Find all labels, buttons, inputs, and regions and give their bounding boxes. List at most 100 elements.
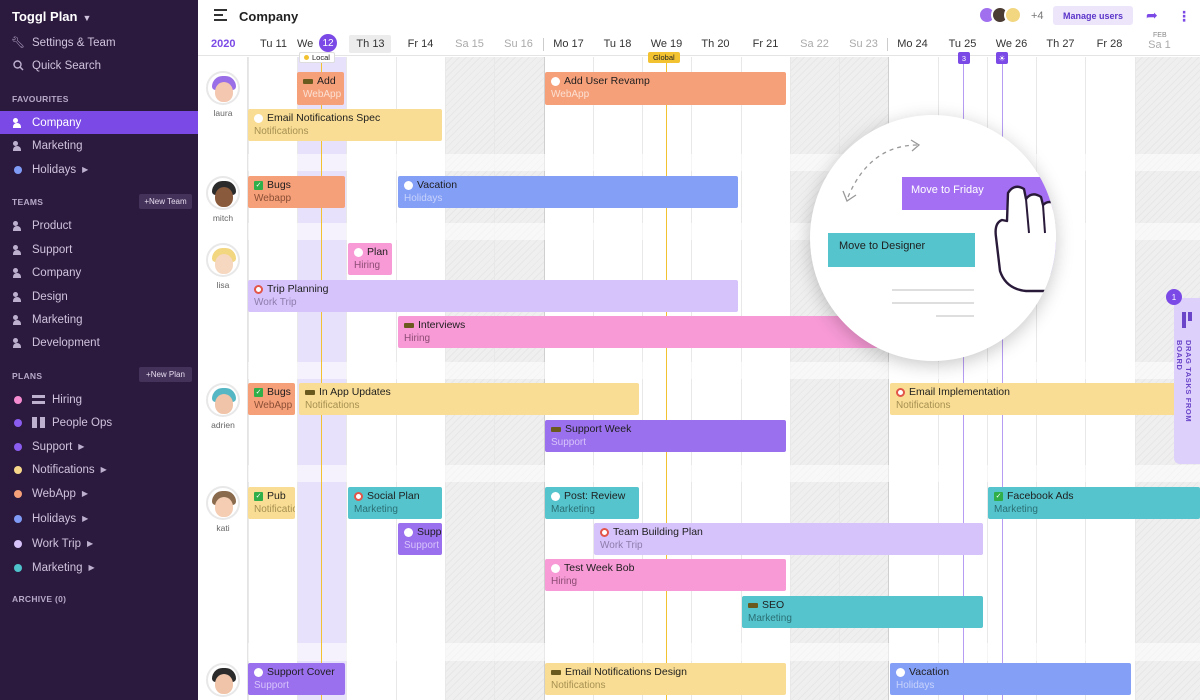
global-holiday-marker[interactable]: Global: [648, 52, 680, 63]
task-bar[interactable]: Social Plan Marketing: [348, 487, 442, 519]
sidebar-item-notifications[interactable]: Notifications ▶: [0, 458, 198, 481]
task-bar[interactable]: Supp Support: [398, 523, 442, 555]
task-title: Trip Planning: [254, 283, 732, 295]
task-bar[interactable]: Interviews Hiring: [398, 316, 878, 348]
task-title-text: Email Notifications Spec: [267, 112, 381, 124]
workspace-switcher[interactable]: Toggl Plan ▼: [12, 9, 91, 24]
sidebar-item-marketing[interactable]: Marketing: [0, 134, 198, 157]
sidebar-item-webapp[interactable]: WebApp ▶: [0, 482, 198, 505]
user-avatars[interactable]: [978, 6, 1022, 24]
day-header[interactable]: Th 13: [346, 38, 395, 50]
day-header[interactable]: Mo 24: [887, 38, 937, 51]
team-icon: [12, 245, 24, 255]
archive-link[interactable]: ARCHIVE (0): [12, 594, 66, 604]
chevron-right-icon: ▶: [88, 563, 95, 572]
new-team-button[interactable]: +New Team: [139, 194, 192, 209]
sidebar-item-hiring[interactable]: Hiring: [0, 388, 198, 411]
task-bar[interactable]: Vacation Holidays: [890, 663, 1131, 695]
sidebar-item-marketing-plan[interactable]: Marketing ▶: [0, 556, 198, 579]
person-lisa[interactable]: lisa: [198, 243, 248, 290]
task-bar[interactable]: ✓ Pub Notifications: [248, 487, 295, 519]
share-icon[interactable]: ➦: [1146, 7, 1158, 24]
sidebar-item-product[interactable]: Product: [0, 214, 198, 237]
day-header[interactable]: We 19: [642, 38, 691, 50]
task-bar[interactable]: Trip Planning Work Trip: [248, 280, 738, 312]
day-header[interactable]: We 26: [987, 38, 1036, 50]
sidebar-item-settings[interactable]: 🔧︎ Settings & Team: [0, 31, 198, 54]
person-name: adrien: [211, 420, 235, 430]
manage-users-button[interactable]: Manage users: [1053, 6, 1133, 25]
day-header[interactable]: Sa 1: [1135, 39, 1184, 51]
day-header[interactable]: Tu 18: [593, 38, 642, 50]
sidebar-item-company[interactable]: Company: [0, 111, 198, 134]
person-unnamed[interactable]: [198, 663, 248, 697]
sidebar-item-people-ops[interactable]: People Ops: [0, 411, 198, 434]
sidebar-item-quick-search[interactable]: Quick Search: [0, 54, 198, 77]
chevron-right-icon: ▶: [78, 442, 85, 451]
task-bar[interactable]: Plan Hiring: [348, 243, 392, 275]
drag-illustration: [828, 139, 1056, 317]
task-bar[interactable]: Vacation Holidays: [398, 176, 738, 208]
task-bar[interactable]: Email Notifications Spec Notifications: [248, 109, 442, 141]
day-header[interactable]: Fr 28: [1085, 38, 1134, 50]
task-title: ✓ Bugs: [254, 386, 291, 398]
day-header[interactable]: Fr 14: [396, 38, 445, 50]
task-bar[interactable]: SEO Marketing: [742, 596, 983, 628]
task-bar[interactable]: ✓ Facebook Ads Marketing: [988, 487, 1200, 519]
task-bar[interactable]: In App Updates Notifications: [299, 383, 639, 415]
comment-icon: [404, 180, 413, 190]
task-bar[interactable]: ✓ Bugs WebApp: [248, 383, 295, 415]
top-bar: Company +4 Manage users ➦ ⋮: [198, 0, 1200, 32]
day-header[interactable]: Su 16: [494, 38, 543, 50]
task-bar[interactable]: Add WebApp: [297, 72, 344, 105]
sidebar-item-work-trip[interactable]: Work Trip ▶: [0, 532, 198, 555]
sidebar-item-support[interactable]: Support: [0, 238, 198, 261]
day-header[interactable]: Th 20: [691, 38, 740, 50]
task-bar[interactable]: ✓ Bugs Webapp: [248, 176, 345, 208]
person-laura[interactable]: laura: [198, 71, 248, 118]
sidebar-item-holidays[interactable]: Holidays ▶: [0, 158, 198, 181]
sidebar-item-company-team[interactable]: Company: [0, 261, 198, 284]
milestone-count-marker[interactable]: 3: [958, 52, 970, 64]
sidebar-item-support-plan[interactable]: Support ▶: [0, 435, 198, 458]
search-icon: [12, 60, 24, 71]
task-bar[interactable]: Team Building Plan Work Trip: [594, 523, 983, 555]
task-plan-name: Hiring: [354, 260, 381, 271]
board-icon: [32, 417, 45, 428]
task-bar[interactable]: Test Week Bob Hiring: [545, 559, 786, 591]
checkbox-done-icon: ✓: [254, 387, 263, 397]
favourites-heading: FAVOURITES: [12, 94, 69, 104]
task-bar[interactable]: Support Week Support: [545, 420, 786, 452]
sun-icon[interactable]: ☀: [996, 52, 1008, 64]
task-bar[interactable]: Email Notifications Design Notifications: [545, 663, 786, 695]
timeline-icon: [32, 395, 45, 404]
more-options-icon[interactable]: ⋮: [1177, 8, 1191, 25]
task-bar[interactable]: Email Implementation Notifications: [890, 383, 1176, 415]
person-kati[interactable]: kati: [198, 486, 248, 533]
sidebar-item-marketing-team[interactable]: Marketing: [0, 308, 198, 331]
day-header[interactable]: Mo 17: [543, 38, 593, 51]
day-header[interactable]: Th 27: [1036, 38, 1085, 50]
menu-toggle-icon[interactable]: [214, 9, 227, 24]
new-plan-button[interactable]: +New Plan: [139, 367, 192, 382]
drag-tasks-label: DRAG TASKS FROM BOARD: [1175, 340, 1193, 423]
task-bar[interactable]: Add User Revamp WebApp: [545, 72, 786, 105]
task-title: ✓ Facebook Ads: [994, 490, 1194, 502]
day-header[interactable]: Sa 15: [445, 38, 494, 50]
day-header[interactable]: Fr 21: [741, 38, 790, 50]
day-header[interactable]: Tu 11: [249, 38, 298, 50]
sidebar-item-design[interactable]: Design: [0, 285, 198, 308]
day-header-today[interactable]: We: [297, 38, 313, 50]
person-adrien[interactable]: adrien: [198, 383, 248, 430]
sidebar-item-holidays-plan[interactable]: Holidays ▶: [0, 507, 198, 530]
day-header[interactable]: Tu 25: [938, 38, 987, 50]
day-header[interactable]: Su 23: [839, 38, 888, 50]
day-header[interactable]: Sa 22: [790, 38, 839, 50]
sidebar-item-development[interactable]: Development: [0, 331, 198, 354]
person-mitch[interactable]: mitch: [198, 176, 248, 223]
task-bar[interactable]: Post: Review Marketing: [545, 487, 639, 519]
page-title: Company: [239, 9, 299, 24]
local-holiday-marker[interactable]: Local: [299, 52, 335, 63]
task-bar[interactable]: Support Cover Support: [248, 663, 345, 695]
sidebar-item-label: Product: [32, 219, 72, 232]
